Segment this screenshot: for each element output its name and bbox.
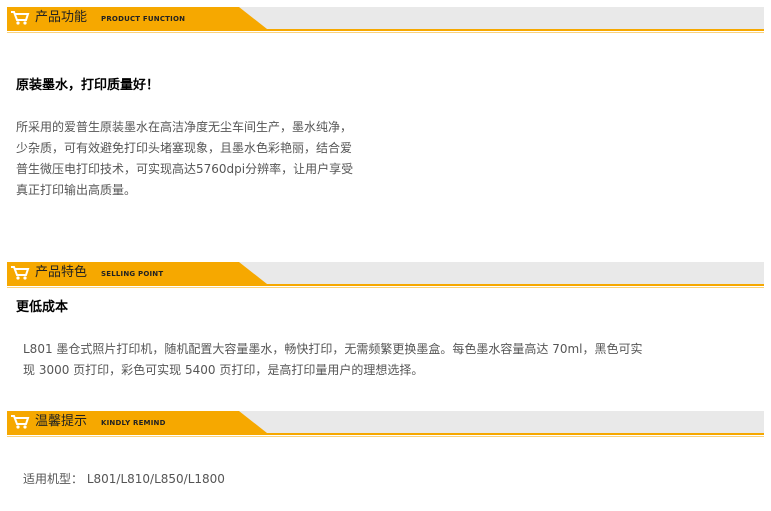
body-line: 现 3000 页打印，彩色可实现 5400 页打印，是高打印量用户的理想选择。	[23, 363, 424, 377]
compatible-models: 适用机型： L801/L810/L850/L1800	[23, 472, 225, 486]
section-body: 适用机型： L801/L810/L850/L1800	[23, 469, 225, 490]
body-line: 少杂质，可有效避免打印头堵塞现象，且墨水色彩艳丽，结合爱	[16, 141, 353, 155]
section-title-en: KINDLY REMIND	[101, 419, 166, 427]
header-underline-thin	[7, 436, 764, 437]
header-underline-thin	[7, 32, 764, 33]
section-title: 温馨提示	[35, 414, 88, 429]
section-header-kindly-remind: 温馨提示 KINDLY REMIND	[7, 411, 764, 438]
header-underline	[7, 284, 764, 286]
shopping-cart-icon	[11, 11, 30, 25]
shopping-cart-icon	[11, 266, 30, 280]
header-underline-thin	[7, 287, 764, 288]
section-header-selling-point: 产品特色 SELLING POINT	[7, 262, 764, 289]
body-line: 真正打印输出高质量。	[16, 183, 137, 197]
body-line: L801 墨仓式照片打印机，随机配置大容量墨水，畅快打印，无需频繁更换墨盒。每色…	[23, 342, 643, 356]
header-underline	[7, 433, 764, 435]
section-body: 所采用的爱普生原装墨水在高洁净度无尘车间生产，墨水纯净， 少杂质，可有效避免打印…	[16, 117, 353, 201]
section-title-en: PRODUCT FUNCTION	[101, 15, 186, 23]
shopping-cart-icon	[11, 415, 30, 429]
body-line: 所采用的爱普生原装墨水在高洁净度无尘车间生产，墨水纯净，	[16, 120, 353, 134]
section-body: L801 墨仓式照片打印机，随机配置大容量墨水，畅快打印，无需频繁更换墨盒。每色…	[23, 339, 643, 381]
section-heading: 原装墨水，打印质量好！	[16, 78, 160, 93]
header-underline	[7, 29, 764, 31]
body-line: 普生微压电打印技术，可实现高达5760dpi分辨率，让用户享受	[16, 162, 354, 176]
section-header-product-function: 产品功能 PRODUCT FUNCTION	[7, 7, 764, 34]
section-title: 产品特色	[35, 265, 88, 280]
section-title: 产品功能	[35, 10, 88, 25]
section-title-en: SELLING POINT	[101, 270, 164, 278]
section-heading: 更低成本	[16, 300, 69, 315]
